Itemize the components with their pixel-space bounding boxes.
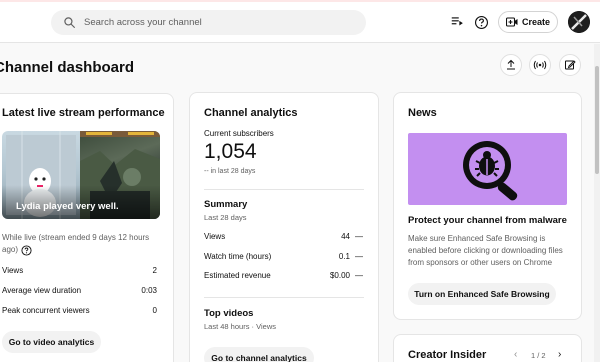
analytics-divider <box>204 189 364 190</box>
video-analytics-button[interactable]: Go to video analytics <box>2 331 101 353</box>
stat-label: Views <box>2 266 24 275</box>
live-status-line1: While live (stream ended 9 days 12 hours <box>2 233 150 242</box>
analytics-card-title: Channel analytics <box>204 107 298 119</box>
summary-title: Summary <box>204 199 248 210</box>
summary-row-trend: — <box>355 232 363 241</box>
channel-analytics-button[interactable]: Go to channel analytics <box>204 347 314 362</box>
help-icon[interactable] <box>471 12 491 32</box>
top-accent-line <box>0 0 600 2</box>
summary-row-label: Estimated revenue <box>204 271 271 280</box>
summary-row-trend: — <box>355 271 363 280</box>
news-card-title: News <box>408 107 437 119</box>
thumbnail-caption: Lydia played very well. <box>16 201 119 212</box>
scrollbar-thumb[interactable] <box>595 66 599 174</box>
insider-pager: 1 / 2 <box>531 351 546 360</box>
summary-row-label: Watch time (hours) <box>204 252 272 261</box>
news-body-line2: enabled before clicking or downloading f… <box>408 246 563 255</box>
upload-button[interactable] <box>500 54 522 76</box>
subscribers-label: Current subscribers <box>204 129 274 138</box>
live-status-line2: ago) <box>2 245 19 254</box>
chevron-right-icon[interactable]: › <box>558 349 561 360</box>
news-body-line3: from sponsors or other users on Chrome <box>408 258 553 267</box>
subscribers-value: 1,054 <box>204 140 257 163</box>
live-card-title: Latest live stream performance <box>2 107 165 119</box>
edit-icon <box>565 60 576 70</box>
news-headline: Protect your channel from malware <box>408 215 567 226</box>
create-video-icon <box>505 17 518 27</box>
top-videos-title: Top videos <box>204 308 254 319</box>
stat-value: 0:03 <box>141 286 157 295</box>
stat-value: 2 <box>152 266 157 275</box>
news-image <box>408 133 567 205</box>
page-title: Channel dashboard <box>0 59 135 76</box>
account-avatar[interactable] <box>568 11 590 33</box>
search-bar[interactable] <box>51 10 366 35</box>
upload-icon <box>507 59 515 70</box>
go-live-button[interactable] <box>529 54 551 76</box>
summary-row-trend: — <box>355 252 363 261</box>
create-label: Create <box>521 17 550 27</box>
chevron-left-icon[interactable]: ‹ <box>514 349 517 360</box>
safe-browsing-button[interactable]: Turn on Enhanced Safe Browsing <box>408 283 556 305</box>
malware-magnifier-icon <box>463 141 518 201</box>
top-videos-period: Last 48 hours · Views <box>204 322 276 331</box>
stat-label: Average view duration <box>2 286 82 295</box>
stream-thumbnail[interactable]: Lydia played very well. <box>2 131 160 219</box>
create-post-button[interactable] <box>559 54 581 76</box>
summary-row-value: 44 <box>341 232 350 241</box>
search-icon <box>64 17 75 28</box>
captions-icon[interactable] <box>447 12 467 32</box>
summary-period: Last 28 days <box>204 213 247 222</box>
summary-row-label: Views <box>204 232 226 241</box>
analytics-divider <box>204 297 364 298</box>
create-button[interactable]: Create <box>498 11 558 33</box>
stat-label: Peak concurrent viewers <box>2 306 90 315</box>
summary-row-value: 0.1 <box>338 252 350 261</box>
subscribers-change: -- in last 28 days <box>204 168 256 175</box>
info-icon[interactable] <box>21 243 32 261</box>
insider-card-title: Creator Insider <box>408 349 487 361</box>
summary-row-value: $0.00 <box>329 271 350 280</box>
search-input[interactable] <box>84 17 344 28</box>
stat-value: 0 <box>152 306 157 315</box>
news-body-line1: Make sure Enhanced Safe Browsing is <box>408 234 546 243</box>
top-bar: Create <box>0 0 600 43</box>
live-broadcast-icon <box>533 60 547 70</box>
